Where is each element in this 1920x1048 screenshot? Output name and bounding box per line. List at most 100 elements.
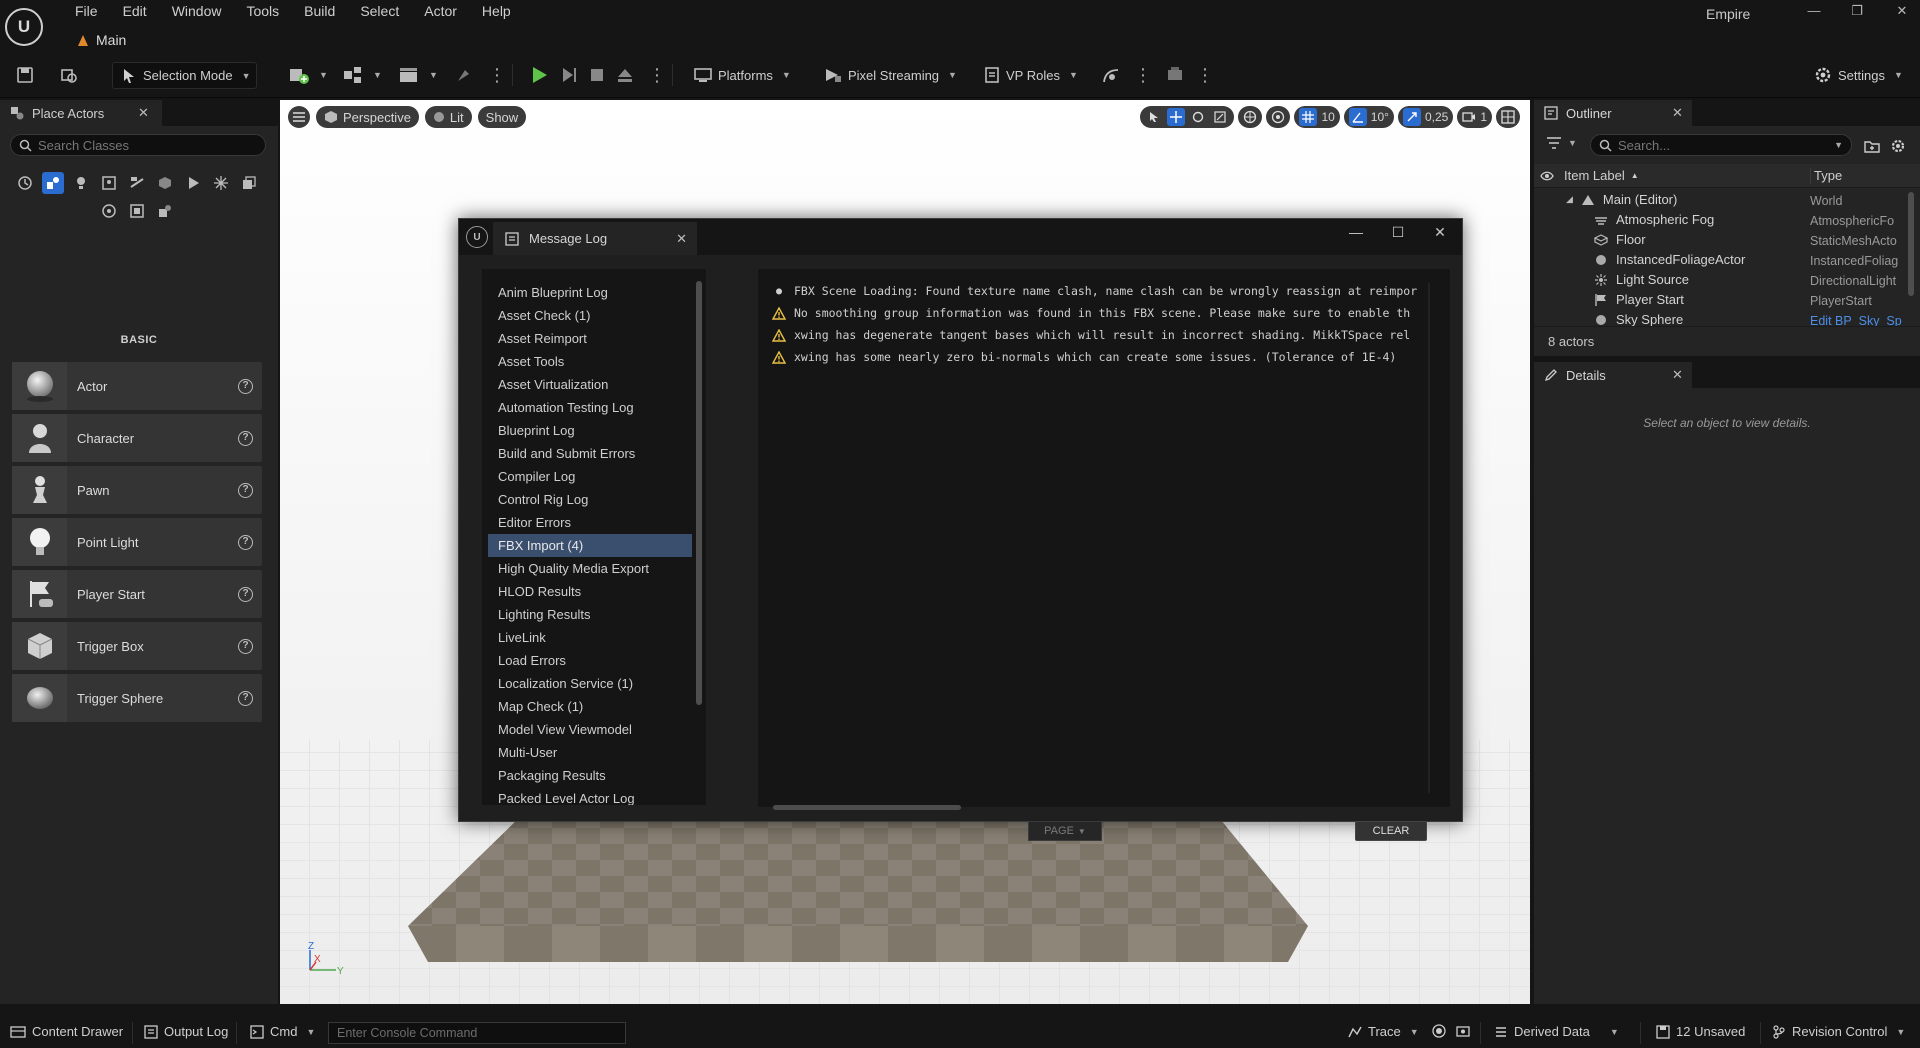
outliner-scrollbar[interactable] (1908, 192, 1914, 296)
log-category-item[interactable]: Model View Viewmodel (482, 718, 706, 741)
log-category-item[interactable]: Build and Submit Errors (482, 442, 706, 465)
modes-icon[interactable] (455, 66, 473, 84)
log-category-item[interactable]: HLOD Results (482, 580, 706, 603)
menu-build[interactable]: Build (291, 3, 347, 23)
help-icon[interactable]: ? (238, 534, 253, 550)
unsaved-button[interactable]: 12 Unsaved (1656, 1024, 1745, 1039)
outliner-row-instanced-foliage[interactable]: InstancedFoliageActor InstancedFoliag (1534, 252, 1906, 272)
scale-snap-value[interactable]: 0,25 (1425, 110, 1448, 124)
settings-button[interactable]: Settings ▼ (1814, 62, 1903, 88)
close-icon[interactable]: ✕ (676, 231, 687, 247)
message-row[interactable]: xwing has degenerate tangent bases which… (772, 324, 1422, 346)
record-icon[interactable] (1432, 1024, 1446, 1038)
category-scrollbar[interactable] (696, 281, 702, 705)
viewport-layout-button[interactable] (1496, 106, 1520, 128)
level-tab[interactable]: Main (78, 28, 126, 52)
cmd-dropdown[interactable]: Cmd ▼ (250, 1024, 315, 1039)
help-icon[interactable]: ? (238, 586, 253, 602)
stop-icon[interactable] (588, 66, 606, 84)
outliner-search-field[interactable]: ▼ (1590, 134, 1852, 156)
output-log-button[interactable]: Output Log (144, 1024, 228, 1039)
revision-control-dropdown[interactable]: Revision Control ▼ (1772, 1024, 1905, 1039)
outliner-tab[interactable]: Outliner (1534, 100, 1692, 126)
message-log-tab[interactable]: Message Log ✕ (493, 222, 697, 255)
message-row[interactable]: No smoothing group information was found… (772, 302, 1422, 324)
log-category-item[interactable]: Map Check (1) (482, 695, 706, 718)
menu-help[interactable]: Help (469, 3, 523, 23)
log-category-item[interactable]: Asset Reimport (482, 327, 706, 350)
basic-shapes-icon[interactable] (42, 172, 64, 194)
geometry-icon[interactable] (154, 172, 176, 194)
outliner-row-atmospheric-fog[interactable]: Atmospheric Fog AtmosphericFo (1534, 212, 1906, 232)
log-category-item[interactable]: Anim Blueprint Log (482, 281, 706, 304)
layout-icon[interactable] (126, 200, 148, 222)
log-category-item[interactable]: Localization Service (1) (482, 672, 706, 695)
menu-edit[interactable]: Edit (110, 3, 159, 23)
hamburger-menu-icon[interactable] (288, 106, 310, 128)
unreal-logo-icon[interactable]: U (5, 8, 43, 46)
add-actor-button[interactable]: ▼ (288, 62, 328, 88)
outliner-row-player-start[interactable]: Player Start PlayerStart (1534, 292, 1906, 312)
cinematics-button[interactable]: ▼ (398, 62, 438, 88)
type-header[interactable]: Type (1808, 168, 1842, 183)
console-command-field[interactable] (328, 1022, 626, 1044)
rotation-snap-icon[interactable] (1348, 108, 1367, 126)
grid-size-value[interactable]: 10 (1321, 110, 1334, 124)
outliner-row-light-source[interactable]: Light Source DirectionalLight (1534, 272, 1906, 292)
log-category-item[interactable]: Multi-User (482, 741, 706, 764)
physics-icon[interactable] (98, 200, 120, 222)
volumes-icon[interactable] (182, 172, 204, 194)
camera-speed-group[interactable]: 1 (1457, 106, 1492, 128)
content-drawer-button[interactable]: Content Drawer (10, 1024, 123, 1039)
add-folder-icon[interactable] (1864, 138, 1880, 154)
horizontal-scrollbar[interactable] (773, 805, 961, 810)
clear-button[interactable]: CLEAR (1355, 821, 1427, 841)
message-row[interactable]: xwing has some nearly zero bi-normals wh… (772, 346, 1422, 368)
menu-select[interactable]: Select (347, 3, 411, 23)
cinematic-icon[interactable] (98, 172, 120, 194)
menu-window[interactable]: Window (159, 3, 234, 23)
message-log-titlebar[interactable]: U Message Log ✕ — ☐ ✕ (459, 219, 1462, 255)
log-category-item[interactable]: Blueprint Log (482, 419, 706, 442)
browse-content-icon[interactable] (60, 66, 78, 84)
show-dropdown[interactable]: Show (477, 106, 527, 128)
actor-item-player-start[interactable]: Player Start ? (12, 570, 262, 618)
save-icon[interactable] (16, 66, 34, 84)
log-category-item[interactable]: Load Errors (482, 649, 706, 672)
outliner-search-input[interactable] (1618, 137, 1818, 153)
close-icon[interactable]: ✕ (1672, 105, 1683, 121)
log-category-item[interactable]: Lighting Results (482, 603, 706, 626)
menu-actor[interactable]: Actor (411, 3, 469, 23)
visual-effects-icon[interactable] (126, 172, 148, 194)
eject-icon[interactable] (616, 66, 634, 84)
derived-data-dropdown[interactable]: Derived Data ▼ (1494, 1024, 1619, 1039)
platform-device-icon[interactable] (1166, 66, 1184, 84)
multi-user-icon[interactable] (1102, 66, 1120, 84)
actor-item-character[interactable]: Character ? (12, 414, 262, 462)
log-category-item[interactable]: Asset Virtualization (482, 373, 706, 396)
blueprints-button[interactable]: ▼ (342, 62, 382, 88)
all-classes-icon[interactable] (210, 172, 232, 194)
platforms-button[interactable]: Platforms ▼ (694, 62, 791, 88)
scale-snap-group[interactable]: 0,25 (1397, 106, 1454, 128)
actor-item-point-light[interactable]: Point Light ? (12, 518, 262, 566)
close-icon[interactable]: ✕ (1672, 367, 1683, 383)
message-row[interactable]: ● FBX Scene Loading: Found texture name … (772, 280, 1422, 302)
perspective-dropdown[interactable]: Perspective (316, 106, 419, 128)
log-category-item[interactable]: High Quality Media Export (482, 557, 706, 580)
log-category-item[interactable]: Packaging Results (482, 764, 706, 787)
log-category-item[interactable]: Asset Tools (482, 350, 706, 373)
expand-arrow-icon[interactable]: ◢ (1566, 194, 1573, 205)
outliner-row-sky-sphere[interactable]: Sky Sphere Edit BP_Sky_Sp (1534, 312, 1906, 326)
close-window-button[interactable]: ✕ (1428, 224, 1452, 241)
selection-mode-dropdown[interactable]: Selection Mode ▼ (112, 62, 257, 89)
select-cursor-icon[interactable] (1145, 108, 1163, 126)
surface-snapping-toggle[interactable] (1266, 106, 1291, 128)
device-options-icon[interactable]: ⋮ (1196, 62, 1214, 88)
search-classes-field[interactable] (10, 134, 266, 156)
recent-icon[interactable] (14, 172, 36, 194)
log-category-item[interactable]: Automation Testing Log (482, 396, 706, 419)
actor-item-trigger-sphere[interactable]: Trigger Sphere ? (12, 674, 262, 722)
scale-snap-icon[interactable] (1402, 108, 1421, 126)
menu-file[interactable]: File (62, 3, 110, 23)
